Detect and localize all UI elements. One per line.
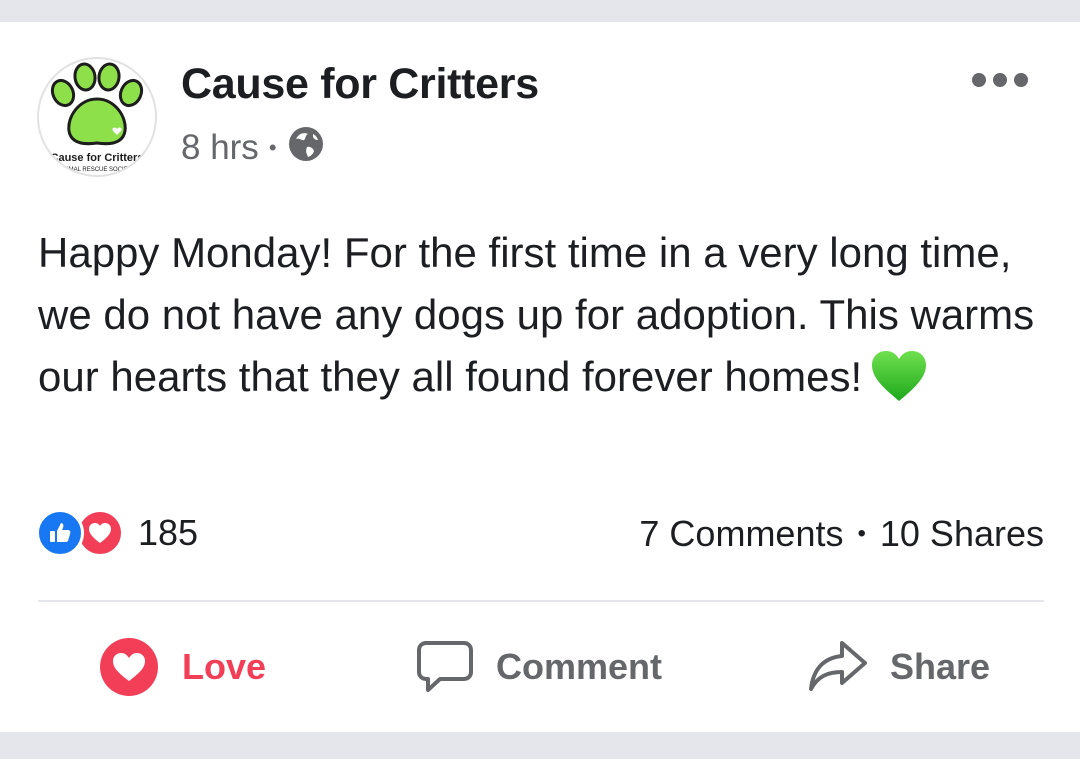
- share-arrow-icon: [808, 639, 868, 695]
- post-meta: 8 hrs •: [181, 126, 325, 170]
- avatar-logo-subtext: ANIMAL RESCUE SOCIETY: [59, 167, 136, 173]
- green-heart-icon: [870, 349, 928, 403]
- page-avatar[interactable]: Cause for Critters ANIMAL RESCUE SOCIETY: [37, 57, 157, 177]
- share-button[interactable]: Share: [808, 627, 990, 707]
- comments-count-link[interactable]: 7 Comments: [639, 513, 843, 555]
- post-body: Happy Monday! For the first time in a ve…: [38, 222, 1048, 408]
- action-bar: Love Comment Share: [0, 627, 1080, 707]
- paw-logo-icon: Cause for Critters ANIMAL RESCUE SOCIETY: [51, 62, 144, 173]
- share-label: Share: [890, 646, 991, 687]
- stats-separator: •: [857, 520, 866, 547]
- comment-icon: [416, 639, 474, 695]
- comment-button[interactable]: Comment: [416, 627, 662, 707]
- globe-icon[interactable]: [287, 125, 325, 172]
- comment-label: Comment: [496, 646, 663, 687]
- engagement-stats: 7 Comments • 10 Shares: [639, 513, 1044, 555]
- reactions-summary[interactable]: 185: [36, 509, 198, 557]
- post-card: Cause for Critters ANIMAL RESCUE SOCIETY…: [0, 22, 1080, 732]
- more-options-icon[interactable]: [972, 68, 1028, 92]
- love-icon: [98, 636, 160, 698]
- page-name-link[interactable]: Cause for Critters: [181, 60, 539, 109]
- meta-separator: •: [268, 135, 277, 160]
- reaction-count: 185: [138, 512, 199, 553]
- post-timestamp[interactable]: 8 hrs: [181, 128, 259, 168]
- divider: [38, 600, 1044, 602]
- love-button[interactable]: Love: [98, 627, 266, 707]
- shares-count-link[interactable]: 10 Shares: [880, 513, 1044, 555]
- love-label: Love: [182, 646, 267, 687]
- avatar-logo-text: Cause for Critters: [51, 152, 144, 164]
- like-reaction-icon: [36, 509, 84, 557]
